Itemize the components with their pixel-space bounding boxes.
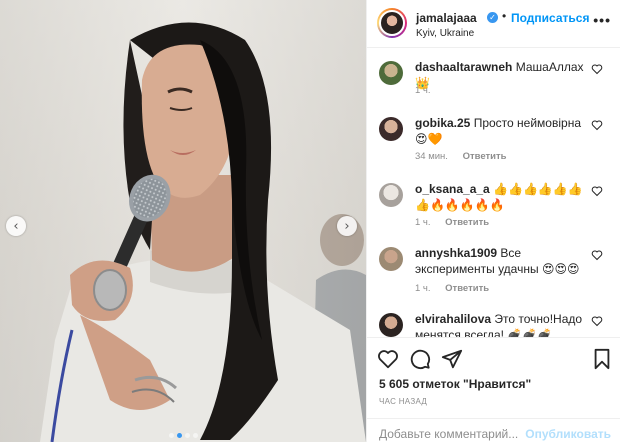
comment-username[interactable]: elvirahalilova [415,312,491,326]
add-comment-bar: Опубликовать [367,418,620,442]
follow-button[interactable]: Подписаться [511,11,589,25]
commenter-avatar[interactable] [379,61,403,85]
comment-username[interactable]: gobika.25 [415,116,470,130]
post-side-panel: jamalajaaa ✓ • Подписаться Kyiv, Ukraine… [366,0,620,442]
comment-time: 1 ч. [415,85,431,96]
chevron-right-icon: › [344,218,350,234]
prev-photo-button[interactable]: ‹ [6,216,26,236]
photo-illustration [0,0,366,442]
comment-bubble-icon[interactable] [409,348,431,370]
comment-meta: 1 ч. Ответить [415,217,501,228]
comment-body: annyshka1909 Все эксперименты удачны 😍😍😍 [415,245,595,277]
author-avatar[interactable] [377,8,407,38]
heart-icon[interactable] [591,185,603,197]
post-header: jamalajaaa ✓ • Подписаться Kyiv, Ukraine… [367,0,620,48]
post-location[interactable]: Kyiv, Ukraine [416,28,474,39]
comment-emoji: 💣💣💣 [507,328,553,337]
comment-username[interactable]: o_ksana_a_a [415,182,490,196]
carousel-dot [192,433,198,438]
comment-input[interactable] [379,427,539,441]
likes-count[interactable]: 5 605 отметок "Нравится" [379,377,531,391]
header-separator: • [502,9,507,23]
commenter-avatar[interactable] [379,313,403,337]
comment-body: gobika.25 Просто неймовірна 😍🧡 [415,115,595,147]
share-paper-plane-icon[interactable] [441,348,463,370]
heart-icon[interactable] [591,63,603,75]
comment-emoji: 😍🧡 [415,132,443,146]
comment-time: 1 ч. [415,217,431,228]
carousel-dot-active [176,433,182,438]
post-actions-bar [367,337,620,377]
heart-icon[interactable] [591,315,603,327]
more-options-icon[interactable]: ••• [593,12,611,28]
author-username[interactable]: jamalajaaa [416,11,477,25]
comment-username[interactable]: annyshka1909 [415,246,497,260]
commenter-avatar[interactable] [379,183,403,207]
comment-meta: 1 ч. Ответить [415,283,501,294]
like-heart-icon[interactable] [377,348,399,370]
carousel-dot [184,433,190,438]
comments-list[interactable]: dashaaltarawneh МашаАллах👑 1 ч. gobika.2… [367,49,620,337]
comment-emoji: 😍😍😍 [541,262,580,276]
bookmark-icon[interactable] [591,348,613,370]
comment-username[interactable]: dashaaltarawneh [415,60,512,74]
carousel-dot [168,433,174,438]
comment-time: 34 мин. [415,151,448,162]
post-photo[interactable]: ‹ › [0,0,366,442]
comment-time: 1 ч. [415,283,431,294]
next-photo-button[interactable]: › [337,216,357,236]
comment-body: o_ksana_a_a 👍👍👍👍👍👍👍🔥🔥🔥🔥🔥 [415,181,595,213]
comment-text: Просто неймовірна [473,116,581,130]
heart-icon[interactable] [591,249,603,261]
comment-text: МашаАллах [515,60,584,74]
publish-button[interactable]: Опубликовать [525,427,611,441]
carousel-indicator [0,433,366,438]
reply-button[interactable]: Ответить [445,283,489,294]
post-timestamp[interactable]: час назад [379,397,427,406]
commenter-avatar[interactable] [379,117,403,141]
reply-button[interactable]: Ответить [445,217,489,228]
reply-button[interactable]: Ответить [463,151,507,162]
comment-meta: 34 мин. Ответить [415,151,518,162]
comment-meta: 1 ч. [415,85,443,96]
chevron-left-icon: ‹ [13,218,19,234]
commenter-avatar[interactable] [379,247,403,271]
comment-body: elvirahalilova Это точно!Надо менятся вс… [415,311,595,337]
verified-badge-icon: ✓ [487,12,498,23]
heart-icon[interactable] [591,119,603,131]
